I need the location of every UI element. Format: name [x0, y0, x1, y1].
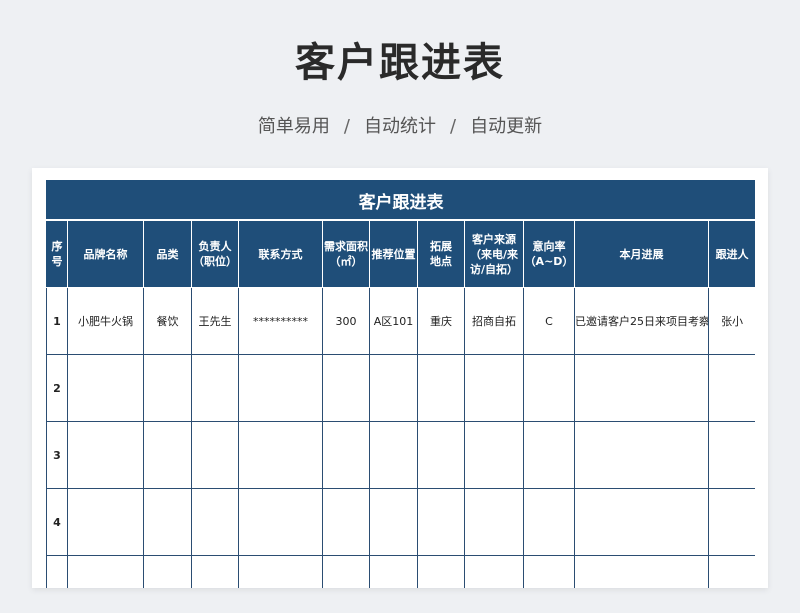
cell-contact[interactable]: [238, 421, 323, 489]
column-header-progress[interactable]: 本月进展: [574, 219, 709, 288]
cell-source[interactable]: [464, 354, 524, 422]
cell-category[interactable]: [143, 354, 192, 422]
customer-followup-table: 客户跟进表 序号 品牌名称 品类 负责人 （职位） 联系方式 需求面积 （㎡） 推荐位置 拓展 地点…: [46, 180, 755, 588]
cell-intent[interactable]: [523, 421, 575, 489]
cell-area[interactable]: [322, 488, 370, 556]
cell-owner[interactable]: [191, 421, 239, 489]
cell-category[interactable]: [143, 421, 192, 489]
cell-area[interactable]: [322, 421, 370, 489]
cell-brand[interactable]: [67, 421, 144, 489]
column-header-owner[interactable]: 负责人 （职位）: [191, 219, 239, 288]
cell-source[interactable]: [464, 488, 524, 556]
column-header-intent[interactable]: 意向率 （A~D）: [523, 219, 575, 288]
tag-auto-stats: 自动统计: [364, 116, 436, 137]
page-title: 客户跟进表: [295, 40, 505, 86]
cell-owner[interactable]: [191, 488, 239, 556]
column-header-region[interactable]: 拓展 地点: [417, 219, 465, 288]
tag-separator: /: [450, 116, 457, 137]
sheet-title: 客户跟进表: [46, 180, 755, 221]
cell-contact[interactable]: [238, 354, 323, 422]
column-header-follower[interactable]: 跟进人: [707, 219, 755, 288]
cell-region[interactable]: [417, 488, 465, 556]
cell-area[interactable]: [322, 354, 370, 422]
cell-area[interactable]: 300: [322, 287, 370, 355]
column-header-category[interactable]: 品类: [143, 219, 192, 288]
table-row: 2: [46, 354, 755, 422]
column-header-source[interactable]: 客户来源 （来电/来 访/自拓）: [464, 219, 524, 288]
cell-source[interactable]: 招商自拓: [464, 287, 524, 355]
cell-seq[interactable]: 4: [46, 488, 68, 556]
cell-follower[interactable]: [707, 354, 755, 422]
cell-owner[interactable]: [191, 555, 239, 588]
cell-brand[interactable]: [67, 354, 144, 422]
table-row: 1 小肥牛火锅 餐饮 王先生 ********** 300 A区101 重庆 招商自拓 C 已邀请客…: [46, 287, 755, 355]
spreadsheet: 客户跟进表 序号 品牌名称 品类 负责人 （职位） 联系方式 需求面积 （㎡） 推荐位置 拓展 地点…: [46, 180, 755, 588]
cell-region[interactable]: [417, 555, 465, 588]
cell-progress[interactable]: [574, 555, 709, 588]
cell-intent[interactable]: C: [523, 287, 575, 355]
cell-category[interactable]: [143, 488, 192, 556]
cell-progress[interactable]: [574, 354, 709, 422]
cell-seq[interactable]: 1: [46, 287, 68, 355]
tag-auto-update: 自动更新: [470, 116, 543, 137]
tag-easy: 简单易用: [257, 116, 330, 137]
column-header-contact[interactable]: 联系方式: [238, 219, 323, 288]
cell-seq[interactable]: 2: [46, 354, 68, 422]
cell-owner[interactable]: [191, 354, 239, 422]
cell-region[interactable]: [417, 354, 465, 422]
cell-location[interactable]: [369, 354, 418, 422]
cell-seq[interactable]: 3: [46, 421, 68, 489]
cell-location[interactable]: A区101: [369, 287, 418, 355]
cell-follower[interactable]: 张小: [707, 287, 755, 355]
cell-follower[interactable]: [707, 555, 755, 588]
cell-contact[interactable]: [238, 555, 323, 588]
cell-seq[interactable]: [46, 555, 68, 588]
table-body: 1 小肥牛火锅 餐饮 王先生 ********** 300 A区101 重庆 招商自拓 C 已邀请客…: [46, 287, 755, 588]
column-header-brand[interactable]: 品牌名称: [67, 219, 144, 288]
cell-area[interactable]: [322, 555, 370, 588]
cell-intent[interactable]: [523, 488, 575, 556]
table-row: 3: [46, 421, 755, 489]
cell-contact[interactable]: [238, 488, 323, 556]
cell-location[interactable]: [369, 421, 418, 489]
table-row: [46, 555, 755, 588]
column-header-row: 序号 品牌名称 品类 负责人 （职位） 联系方式 需求面积 （㎡） 推荐位置 拓展 地点 客户来源 （来…: [46, 219, 755, 288]
cell-category[interactable]: 餐饮: [143, 287, 192, 355]
table-row: 4: [46, 488, 755, 556]
cell-brand[interactable]: [67, 488, 144, 556]
cell-source[interactable]: [464, 555, 524, 588]
column-header-seq[interactable]: 序号: [46, 219, 68, 288]
cell-intent[interactable]: [523, 555, 575, 588]
cell-brand[interactable]: [67, 555, 144, 588]
cell-progress[interactable]: [574, 421, 709, 489]
column-header-area[interactable]: 需求面积 （㎡）: [322, 219, 370, 288]
cell-contact[interactable]: **********: [238, 287, 323, 355]
cell-follower[interactable]: [707, 488, 755, 556]
cell-region[interactable]: 重庆: [417, 287, 465, 355]
cell-intent[interactable]: [523, 354, 575, 422]
cell-owner[interactable]: 王先生: [191, 287, 239, 355]
cell-location[interactable]: [369, 488, 418, 556]
cell-brand[interactable]: 小肥牛火锅: [67, 287, 144, 355]
cell-location[interactable]: [369, 555, 418, 588]
cell-category[interactable]: [143, 555, 192, 588]
tag-separator: /: [343, 116, 350, 137]
cell-source[interactable]: [464, 421, 524, 489]
cell-follower[interactable]: [707, 421, 755, 489]
spreadsheet-card: 客户跟进表 序号 品牌名称 品类 负责人 （职位） 联系方式 需求面积 （㎡） 推荐位置 拓展 地点…: [32, 168, 768, 588]
page-subtitle: 简单易用 / 自动统计 / 自动更新: [0, 112, 800, 138]
cell-progress[interactable]: 已邀请客户25日来项目考察: [574, 287, 709, 355]
column-header-location[interactable]: 推荐位置: [369, 219, 418, 288]
cell-region[interactable]: [417, 421, 465, 489]
cell-progress[interactable]: [574, 488, 709, 556]
